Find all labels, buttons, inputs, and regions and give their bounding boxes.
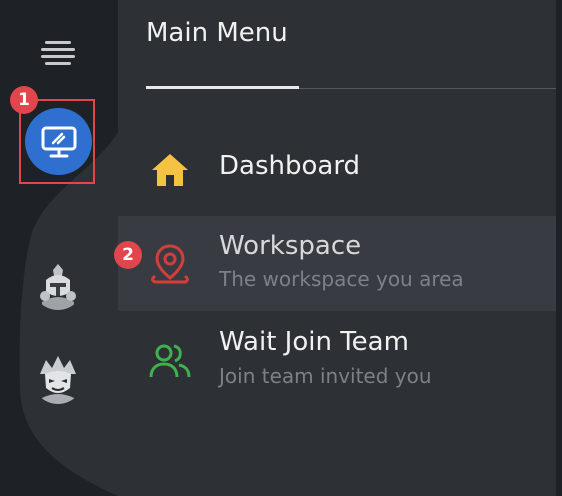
hamburger-icon[interactable]: [41, 41, 75, 65]
menu-title: Main Menu: [146, 18, 288, 48]
rail-wave-shape: [19, 132, 118, 496]
menu-separator: [299, 88, 556, 89]
knight-helmet-icon: [40, 264, 76, 310]
samurai-avatar[interactable]: [32, 352, 84, 404]
home-icon: [152, 154, 188, 186]
knight-avatar[interactable]: [32, 258, 84, 310]
map-pin-icon: [151, 244, 189, 284]
panel-edge: [556, 0, 562, 496]
menu-item-label: Dashboard: [219, 151, 361, 181]
menu-item-subtitle: The workspace you area: [219, 267, 464, 291]
menu-item-subtitle: Join team invited you: [219, 364, 432, 388]
menu-item-dashboard[interactable]: Dashboard: [118, 122, 556, 214]
users-icon: [149, 344, 191, 378]
workspace-monitor-button[interactable]: [25, 108, 92, 175]
menu-item-label: Wait Join Team: [219, 327, 409, 357]
workspace-rail: 1: [0, 0, 118, 496]
monitor-icon: [41, 126, 76, 157]
annotation-badge-1: 1: [10, 86, 38, 114]
samurai-face-icon: [40, 356, 76, 404]
menu-item-workspace[interactable]: Workspace The workspace you area: [118, 216, 556, 311]
menu-title-underline: [146, 86, 299, 89]
menu-item-wait-join-team[interactable]: Wait Join Team Join team invited you: [118, 313, 556, 408]
annotation-badge-2: 2: [114, 241, 142, 269]
menu-item-label: Workspace: [219, 231, 362, 261]
